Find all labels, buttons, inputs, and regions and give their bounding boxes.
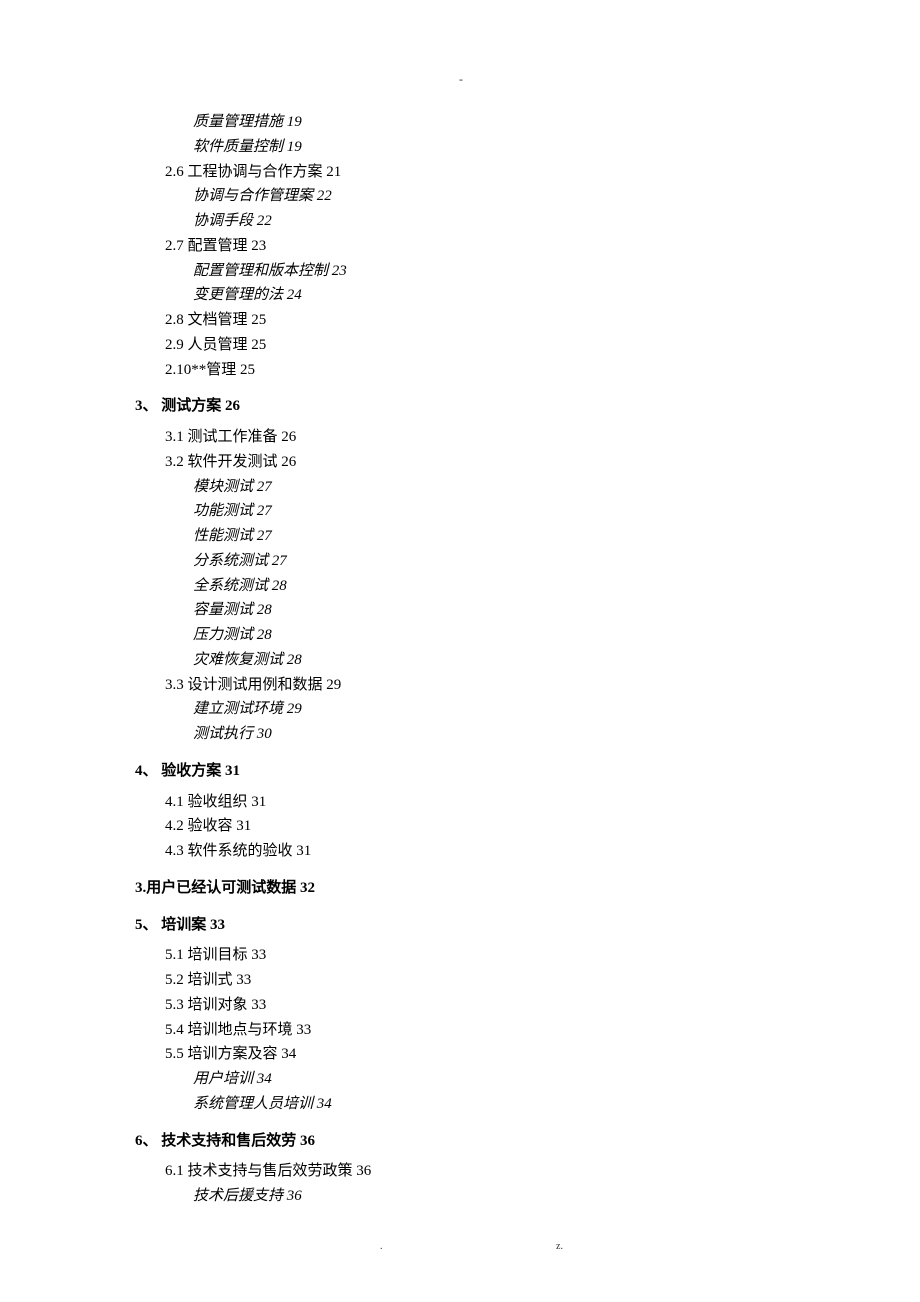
toc-item: 5.5 培训方案及容 34 [165,1042,785,1067]
toc-item: 配置管理和版本控制 23 [193,259,785,284]
toc-item: 灾难恢复测试 28 [193,648,785,673]
toc-item: 测试执行 30 [193,722,785,747]
toc-item: 2.10**管理 25 [165,358,785,383]
toc-item: 变更管理的法 24 [193,283,785,308]
toc-heading: 6、 技术支持和售后效劳 36 [135,1129,785,1154]
toc-item: 质量管理措施 19 [193,110,785,135]
toc-item: 5.4 培训地点与环境 33 [165,1018,785,1043]
footer-dot: . [380,1241,383,1252]
toc-page: 质量管理措施 19 软件质量控制 19 2.6 工程协调与合作方案 21 协调与… [0,0,920,1269]
toc-item: 全系统测试 28 [193,574,785,599]
toc-item: 系统管理人员培训 34 [193,1092,785,1117]
footer-page-z: z. [556,1241,563,1252]
toc-item: 3.3 设计测试用例和数据 29 [165,673,785,698]
toc-item: 2.8 文档管理 25 [165,308,785,333]
toc-item: 容量测试 28 [193,598,785,623]
toc-heading: 3、 测试方案 26 [135,394,785,419]
toc-item: 软件质量控制 19 [193,135,785,160]
toc-item: 建立测试环境 29 [193,697,785,722]
toc-item: 协调与合作管理案 22 [193,184,785,209]
toc-item: 功能测试 27 [193,499,785,524]
toc-item: 5.1 培训目标 33 [165,943,785,968]
toc-item: 技术后援支持 36 [193,1184,785,1209]
toc-item: 5.2 培训式 33 [165,968,785,993]
toc-item: 4.1 验收组织 31 [165,790,785,815]
toc-item: 2.9 人员管理 25 [165,333,785,358]
toc-item: 用户培训 34 [193,1067,785,1092]
toc-item: 分系统测试 27 [193,549,785,574]
toc-item: 6.1 技术支持与售后效劳政策 36 [165,1159,785,1184]
toc-item: 2.6 工程协调与合作方案 21 [165,160,785,185]
toc-item: 5.3 培训对象 33 [165,993,785,1018]
toc-item: 4.2 验收容 31 [165,814,785,839]
toc-heading: 3.用户已经认可测试数据 32 [135,876,785,901]
toc-item: 模块测试 27 [193,475,785,500]
toc-heading: 5、 培训案 33 [135,913,785,938]
toc-heading: 4、 验收方案 31 [135,759,785,784]
header-dash: - [459,72,463,87]
toc-item: 压力测试 28 [193,623,785,648]
toc-item: 3.1 测试工作准备 26 [165,425,785,450]
toc-item: 协调手段 22 [193,209,785,234]
toc-item: 2.7 配置管理 23 [165,234,785,259]
toc-item: 3.2 软件开发测试 26 [165,450,785,475]
toc-item: 4.3 软件系统的验收 31 [165,839,785,864]
toc-item: 性能测试 27 [193,524,785,549]
